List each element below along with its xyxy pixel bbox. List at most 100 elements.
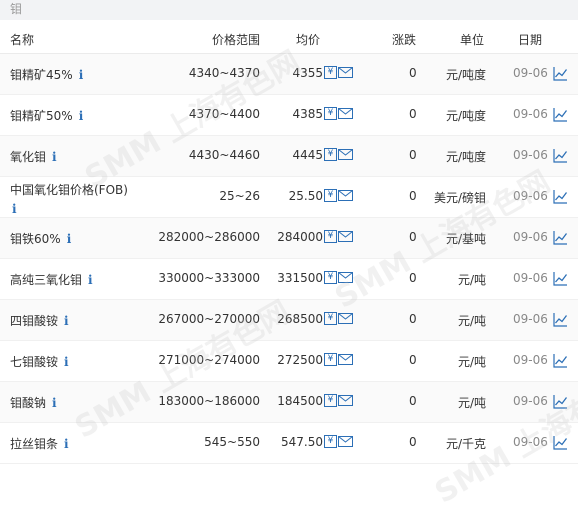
trend-chart-icon[interactable] [553, 148, 568, 163]
price-change: 0 [409, 66, 417, 80]
yuan-icon[interactable]: ¥ [324, 394, 337, 407]
product-name-cell: 四钼酸铵 i [10, 312, 69, 329]
product-name: 钼酸钠 [10, 396, 47, 410]
table-row: 七钼酸铵 i 271000~274000 272500 ¥0 元/吨 09-06 [0, 341, 578, 382]
price-change: 0 [409, 435, 417, 449]
average-price: 25.50 [288, 189, 323, 203]
price-date: 09-06 [513, 353, 548, 367]
price-action-icons: ¥ [324, 393, 353, 407]
info-icon[interactable]: i [12, 200, 128, 218]
product-name-cell: 钼酸钠 i [10, 394, 57, 411]
product-name-cell: 高纯三氧化钼 i [10, 271, 93, 288]
price-change: 0 [409, 353, 417, 367]
info-icon[interactable]: i [64, 314, 69, 328]
price-action-icons: ¥ [324, 65, 353, 79]
mail-icon[interactable] [338, 108, 353, 119]
trend-chart-icon[interactable] [553, 271, 568, 286]
mail-icon[interactable] [338, 313, 353, 324]
yuan-icon[interactable]: ¥ [324, 148, 337, 161]
info-icon[interactable]: i [88, 273, 93, 287]
column-header-range: 价格范围 [212, 33, 261, 47]
price-date: 09-06 [513, 435, 548, 449]
mail-icon[interactable] [338, 190, 353, 201]
product-name-cell: 中国氧化钼价格(FOB) i [10, 181, 128, 218]
table-row: 拉丝钼条 i 545~550 547.50 ¥0 元/千克 09-06 [0, 423, 578, 464]
trend-chart-icon[interactable] [553, 435, 568, 450]
trend-chart-icon[interactable] [553, 394, 568, 409]
price-action-icons: ¥ [324, 229, 353, 243]
mail-icon[interactable] [338, 354, 353, 365]
yuan-icon[interactable]: ¥ [324, 66, 337, 79]
product-name: 钼精矿50% [10, 109, 73, 123]
price-action-icons: ¥ [324, 352, 353, 366]
product-name-cell: 钼精矿50% i [10, 107, 83, 124]
price-date: 09-06 [513, 107, 548, 121]
yuan-icon[interactable]: ¥ [324, 312, 337, 325]
price-date: 09-06 [513, 312, 548, 326]
average-price: 331500 [277, 271, 323, 285]
price-change: 0 [409, 148, 417, 162]
price-range: 545~550 [204, 435, 260, 449]
average-price: 268500 [277, 312, 323, 326]
product-name: 中国氧化钼价格(FOB) [10, 183, 128, 197]
mail-icon[interactable] [338, 272, 353, 283]
price-action-icons: ¥ [324, 270, 353, 284]
yuan-icon[interactable]: ¥ [324, 435, 337, 448]
column-header-date: 日期 [518, 33, 543, 47]
price-change: 0 [409, 107, 417, 121]
mail-icon[interactable] [338, 67, 353, 78]
trend-chart-icon[interactable] [553, 66, 568, 81]
info-icon[interactable]: i [52, 150, 57, 164]
price-change: 0 [409, 189, 417, 203]
price-date: 09-06 [513, 394, 548, 408]
price-unit: 元/基吨 [445, 232, 486, 246]
mail-icon[interactable] [338, 231, 353, 242]
info-icon[interactable]: i [52, 396, 57, 410]
product-name-cell: 拉丝钼条 i [10, 435, 69, 452]
price-range: 4340~4370 [188, 66, 260, 80]
mail-icon[interactable] [338, 395, 353, 406]
yuan-icon[interactable]: ¥ [324, 271, 337, 284]
price-date: 09-06 [513, 66, 548, 80]
info-icon[interactable]: i [79, 68, 84, 82]
info-icon[interactable]: i [64, 355, 69, 369]
price-date: 09-06 [513, 230, 548, 244]
average-price: 4355 [292, 66, 323, 80]
price-unit: 元/千克 [445, 437, 486, 451]
product-name-cell: 钼铁60% i [10, 230, 71, 247]
trend-chart-icon[interactable] [553, 230, 568, 245]
price-unit: 元/吨度 [445, 109, 486, 123]
column-header-change: 涨跌 [392, 33, 417, 47]
yuan-icon[interactable]: ¥ [324, 189, 337, 202]
price-range: 267000~270000 [158, 312, 260, 326]
product-name: 七钼酸铵 [10, 355, 59, 369]
price-change: 0 [409, 312, 417, 326]
yuan-icon[interactable]: ¥ [324, 353, 337, 366]
mail-icon[interactable] [338, 436, 353, 447]
product-name: 拉丝钼条 [10, 437, 59, 451]
price-action-icons: ¥ [324, 434, 353, 448]
mail-icon[interactable] [338, 149, 353, 160]
yuan-icon[interactable]: ¥ [324, 230, 337, 243]
yuan-icon[interactable]: ¥ [324, 107, 337, 120]
trend-chart-icon[interactable] [553, 107, 568, 122]
section-title: 钼 [10, 2, 23, 16]
table-row: 中国氧化钼价格(FOB) i 25~26 25.50 ¥0 美元/磅钼 09-06 [0, 177, 578, 218]
price-date: 09-06 [513, 271, 548, 285]
product-name-cell: 氧化钼 i [10, 148, 57, 165]
price-change: 0 [409, 394, 417, 408]
trend-chart-icon[interactable] [553, 353, 568, 368]
product-name-cell: 七钼酸铵 i [10, 353, 69, 370]
price-action-icons: ¥ [324, 311, 353, 325]
info-icon[interactable]: i [79, 109, 84, 123]
info-icon[interactable]: i [67, 232, 72, 246]
column-header-unit: 单位 [460, 33, 485, 47]
trend-chart-icon[interactable] [553, 189, 568, 204]
price-range: 4430~4460 [188, 148, 260, 162]
info-icon[interactable]: i [64, 437, 69, 451]
product-name: 钼铁60% [10, 232, 61, 246]
trend-chart-icon[interactable] [553, 312, 568, 327]
product-name-cell: 钼精矿45% i [10, 66, 83, 83]
table-row: 四钼酸铵 i 267000~270000 268500 ¥0 元/吨 09-06 [0, 300, 578, 341]
average-price: 4385 [292, 107, 323, 121]
